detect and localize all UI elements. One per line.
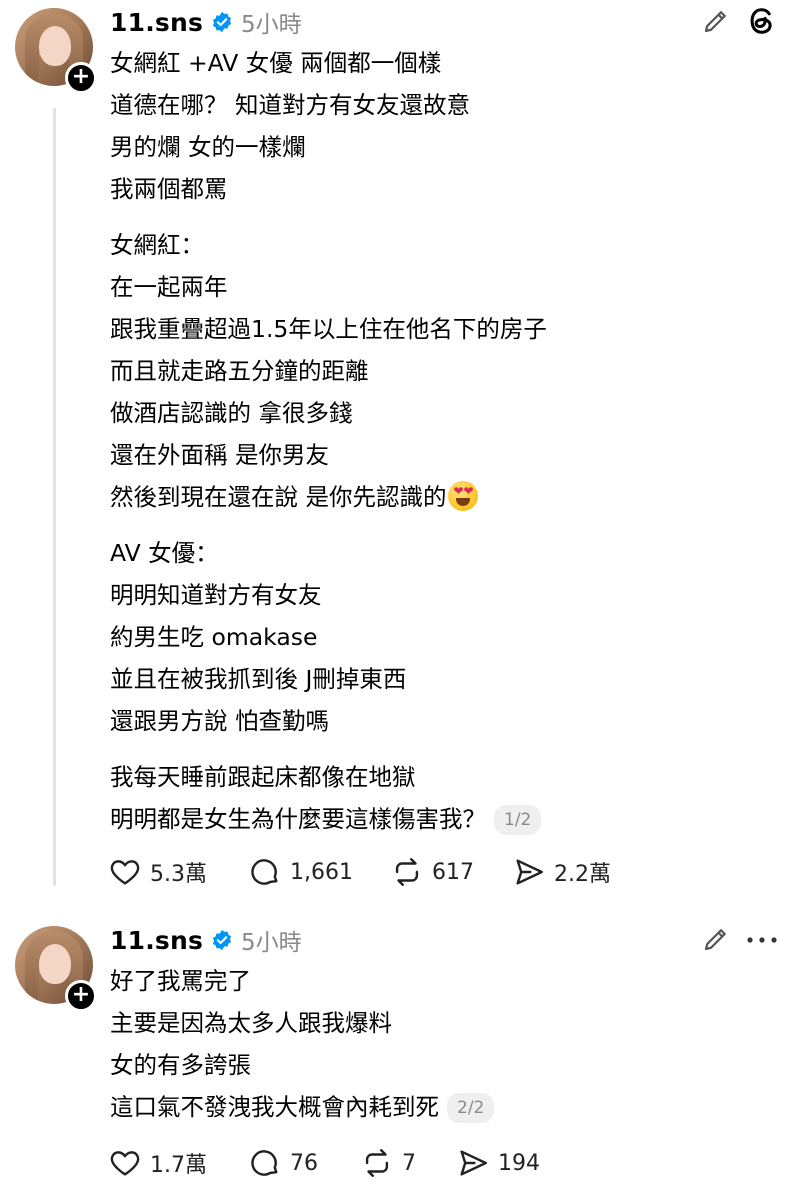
pencil-icon[interactable] xyxy=(701,6,731,36)
pencil-icon[interactable] xyxy=(701,924,731,954)
send-icon xyxy=(460,1150,487,1176)
post-line: 主要是因為太多人跟我爆料 xyxy=(110,1009,392,1037)
repost-button[interactable]: 7 xyxy=(360,1146,456,1180)
share-count: 2.2萬 xyxy=(554,862,611,887)
repost-button[interactable]: 617 xyxy=(390,855,512,889)
username[interactable]: 11.sns xyxy=(110,8,203,37)
avatar-face xyxy=(39,944,71,984)
post-line-text: 然後到現在還在說 是你先認識的 xyxy=(110,483,447,511)
page-indicator: 1/2 xyxy=(494,805,542,835)
share-count: 194 xyxy=(498,1150,540,1176)
threads-logo-icon[interactable] xyxy=(744,3,780,39)
post-line: 而且就走路五分鐘的距離 xyxy=(110,357,369,385)
follow-plus-icon[interactable]: + xyxy=(65,62,97,94)
like-button[interactable]: 1.7萬 xyxy=(108,1146,248,1180)
post-line: 做酒店認識的 拿很多錢 xyxy=(110,399,353,427)
post-line: 好了我罵完了 xyxy=(110,967,251,995)
follow-plus-icon[interactable]: + xyxy=(65,980,97,1012)
post-line: AV 女優： xyxy=(110,539,219,567)
action-bar: 5.3萬 1,661 617 2.2萬 xyxy=(108,852,611,892)
post-line: 我兩個都罵 xyxy=(110,175,228,203)
post-header: 11.sns 5小時 xyxy=(110,920,302,960)
post-1: + 11.sns 5小時 女網紅 +AV 女優 兩個都一個樣 道德在哪？ 知道對… xyxy=(0,0,800,910)
post-line-with-indicator: 這口氣不發洩我大概會內耗到死 2/2 xyxy=(110,1086,495,1128)
post-line: 並且在被我抓到後 J刪掉東西 xyxy=(110,665,407,693)
like-count: 5.3萬 xyxy=(150,862,207,887)
thread-connector-line xyxy=(53,108,56,886)
post-line-with-emoji: 然後到現在還在說 是你先認識的 xyxy=(110,476,547,518)
post-line: 女網紅 +AV 女優 兩個都一個樣 xyxy=(110,49,442,77)
avatar-face xyxy=(39,26,71,66)
verified-badge-icon xyxy=(212,929,232,951)
heart-icon xyxy=(110,1151,140,1176)
comment-icon xyxy=(251,1150,278,1176)
action-bar: 1.7萬 76 7 194 xyxy=(108,1143,540,1183)
post-line-text: 這口氣不發洩我大概會內耗到死 xyxy=(110,1093,439,1121)
comment-icon xyxy=(251,859,278,885)
comment-count: 76 xyxy=(290,1150,318,1176)
verified-badge-icon xyxy=(212,11,232,33)
comment-button[interactable]: 1,661 xyxy=(248,855,390,889)
post-body: 女網紅 +AV 女優 兩個都一個樣 道德在哪？ 知道對方有女友還故意 男的爛 女… xyxy=(110,42,547,840)
post-2: + 11.sns 5小時 好了我罵完了 主要是因為太多人跟我爆料 女的有多誇張 … xyxy=(0,910,800,1192)
post-line: 我每天睡前跟起床都像在地獄 xyxy=(110,763,416,791)
comment-button[interactable]: 76 xyxy=(248,1146,360,1180)
post-line: 還在外面稱 是你男友 xyxy=(110,441,329,469)
post-line-with-indicator: 明明都是女生為什麼要這樣傷害我？ 1/2 xyxy=(110,798,547,840)
post-line: 還跟男方說 怕查勤嗎 xyxy=(110,707,329,735)
post-line: 在一起兩年 xyxy=(110,273,228,301)
post-line: 道德在哪？ 知道對方有女友還故意 xyxy=(110,91,470,119)
post-body: 好了我罵完了 主要是因為太多人跟我爆料 女的有多誇張 這口氣不發洩我大概會內耗到… xyxy=(110,960,495,1128)
heart-eyes-emoji xyxy=(448,481,479,511)
page-indicator: 2/2 xyxy=(447,1093,495,1123)
like-count: 1.7萬 xyxy=(150,1153,207,1178)
like-button[interactable]: 5.3萬 xyxy=(108,855,248,889)
post-line: 女的有多誇張 xyxy=(110,1051,251,1079)
post-line: 女網紅： xyxy=(110,231,204,259)
emoji-mouth xyxy=(456,498,471,506)
heart-icon xyxy=(110,860,140,885)
comment-count: 1,661 xyxy=(290,859,353,885)
username[interactable]: 11.sns xyxy=(110,926,203,955)
repost-count: 617 xyxy=(432,859,474,885)
post-line: 約男生吃 omakase xyxy=(110,623,318,651)
share-button[interactable]: 2.2萬 xyxy=(512,855,611,889)
post-time: 5小時 xyxy=(241,930,302,956)
post-line: 跟我重疊超過1.5年以上住在他名下的房子 xyxy=(110,315,547,343)
more-icon[interactable] xyxy=(742,930,782,950)
repost-icon xyxy=(395,858,419,886)
post-header: 11.sns 5小時 xyxy=(110,2,302,42)
post-time: 5小時 xyxy=(241,12,302,38)
post-line-text: 明明都是女生為什麼要這樣傷害我？ xyxy=(110,805,486,833)
post-line: 男的爛 女的一樣爛 xyxy=(110,133,306,161)
share-button[interactable]: 194 xyxy=(456,1146,540,1180)
send-icon xyxy=(516,859,543,885)
post-line: 明明知道對方有女友 xyxy=(110,581,322,609)
repost-count: 7 xyxy=(402,1150,416,1176)
repost-icon xyxy=(365,1149,389,1177)
